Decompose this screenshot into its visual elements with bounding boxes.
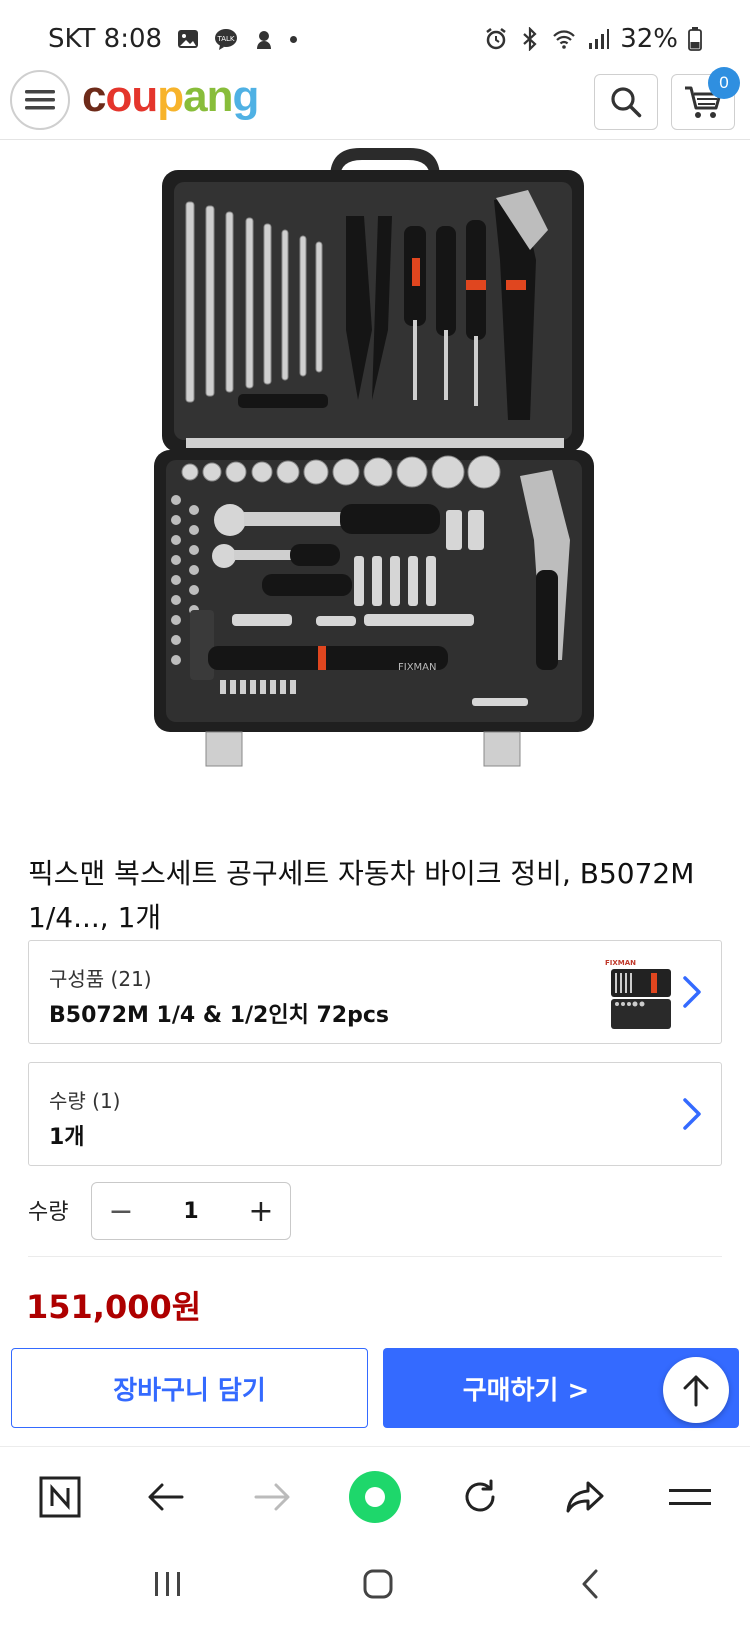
naver-n-icon [39, 1476, 81, 1518]
logo-letter: a [183, 72, 208, 121]
search-icon [611, 87, 642, 118]
battery-icon [688, 27, 702, 51]
bluetooth-icon [523, 27, 537, 51]
logo-letter: p [157, 72, 184, 121]
cart-count-badge: 0 [708, 67, 740, 99]
scroll-to-top-button[interactable] [663, 1357, 729, 1423]
share-icon [566, 1481, 604, 1513]
home-button[interactable] [353, 1562, 403, 1606]
option-label: 수량 (1) [49, 1089, 121, 1113]
add-to-cart-button[interactable]: 장바구니 담기 [11, 1348, 368, 1428]
home-icon [363, 1569, 393, 1599]
product-image[interactable]: FIXMAN [150, 140, 600, 800]
share-button[interactable] [555, 1467, 615, 1527]
cart-button[interactable]: 0 [671, 67, 740, 130]
menu-lines-icon [669, 1489, 711, 1505]
browser-toolbar [0, 1446, 750, 1546]
logo-letter: u [131, 72, 158, 121]
wifi-icon [553, 30, 575, 49]
chevron-right-icon [683, 976, 701, 1008]
naver-home-button[interactable] [30, 1467, 90, 1527]
product-image-brand: FIXMAN [398, 662, 437, 673]
back-chevron-icon [582, 1569, 598, 1599]
logo-letter: o [105, 72, 132, 121]
recent-apps-icon [155, 1572, 180, 1596]
product-title: 픽스맨 복스세트 공구세트 자동차 바이크 정비, B5072M 1/4...,… [28, 857, 695, 934]
green-dot-button[interactable] [345, 1467, 405, 1527]
system-navigation [0, 1546, 750, 1625]
arrow-left-icon [148, 1483, 184, 1511]
chevron-right-icon [683, 1098, 701, 1130]
recent-apps-button[interactable] [143, 1562, 193, 1606]
hamburger-icon [25, 90, 55, 110]
logo-letter: n [206, 72, 234, 121]
arrow-up-icon [683, 1375, 709, 1407]
alarm-icon [486, 28, 506, 50]
option-label: 구성품 (21) [49, 967, 152, 991]
option-quantity[interactable]: 수량 (1) 1개 [28, 1062, 722, 1166]
back-button[interactable] [136, 1467, 196, 1527]
refresh-icon [465, 1479, 495, 1512]
menu-button[interactable] [10, 70, 70, 130]
gallery-icon [178, 30, 199, 48]
app-notification-icon [257, 31, 272, 49]
option-value: B5072M 1/4 & 1/2인치 72pcs [49, 1003, 389, 1028]
option-value: 1개 [49, 1125, 85, 1150]
talk-icon: TALK [215, 29, 238, 50]
system-back-button[interactable] [565, 1562, 615, 1606]
refresh-button[interactable] [450, 1467, 510, 1527]
logo-letter: c [82, 72, 107, 121]
quantity-decrease-button[interactable]: − [92, 1183, 150, 1239]
divider [28, 1256, 722, 1257]
browser-menu-button[interactable] [660, 1467, 720, 1527]
forward-button[interactable] [242, 1467, 302, 1527]
green-dot-icon [349, 1471, 401, 1523]
svg-text:TALK: TALK [217, 35, 235, 43]
quantity-label: 수량 [28, 1200, 69, 1225]
signal-icon [589, 29, 610, 49]
option-components[interactable]: 구성품 (21) B5072M 1/4 & 1/2인치 72pcs FIXMAN [28, 940, 722, 1044]
product-price: 151,000원 [26, 1288, 202, 1326]
search-button[interactable] [594, 74, 658, 130]
svg-text:FIXMAN: FIXMAN [605, 959, 636, 967]
arrow-right-icon [254, 1483, 290, 1511]
quantity-stepper: − 1 + [91, 1182, 291, 1240]
quantity-increase-button[interactable]: + [232, 1183, 290, 1239]
battery-text: 32% [620, 24, 678, 54]
coupang-logo[interactable]: coupang [82, 72, 260, 122]
quantity-value[interactable]: 1 [150, 1199, 232, 1224]
option-thumbnail: FIXMAN [605, 959, 671, 1029]
logo-letter: g [232, 72, 260, 121]
more-notifications-icon [290, 35, 298, 43]
app-header: coupang 0 [0, 66, 750, 140]
status-time: SKT 8:08 [48, 24, 163, 54]
